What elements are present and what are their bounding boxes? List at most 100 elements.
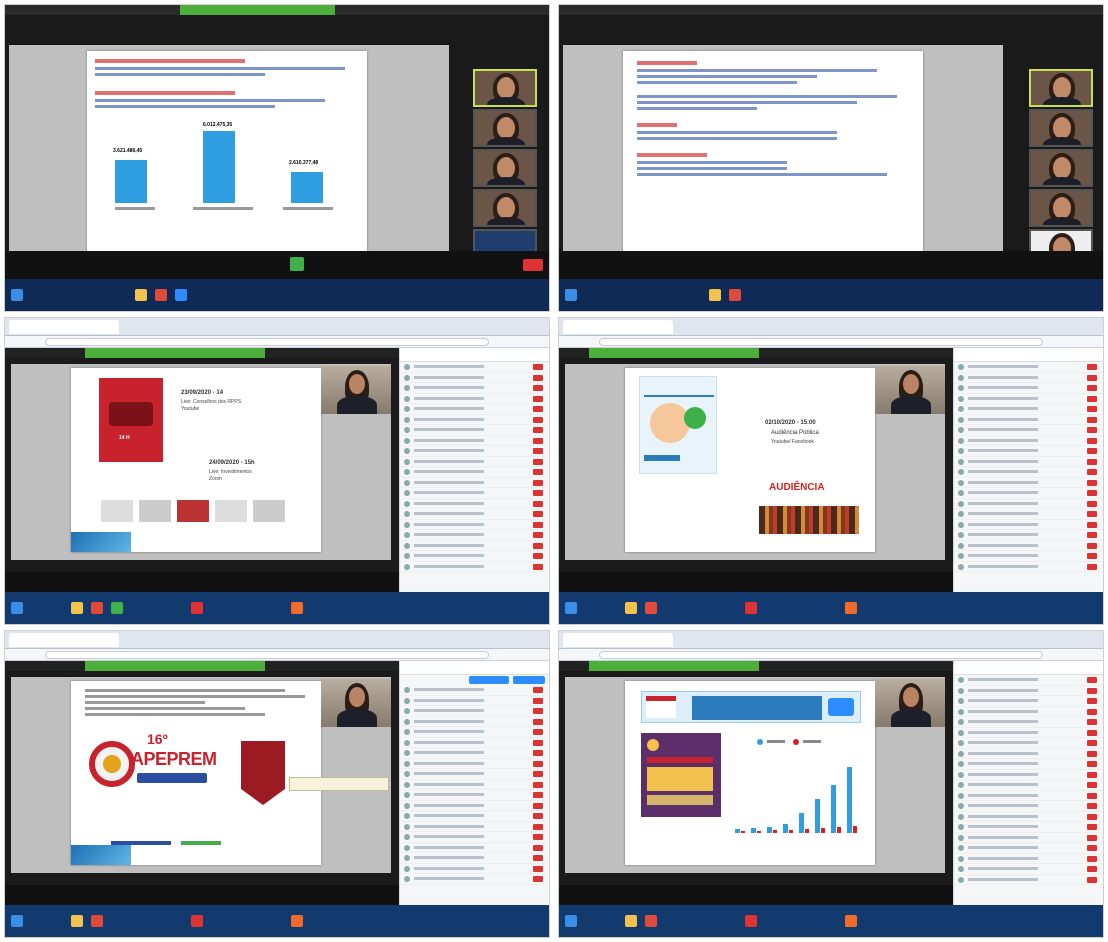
browser-tab[interactable]: [9, 633, 119, 647]
explorer-icon[interactable]: [625, 915, 637, 927]
browser-tab[interactable]: [9, 320, 119, 334]
url-input[interactable]: [45, 338, 489, 346]
app-icon[interactable]: [845, 602, 857, 614]
speaker-photos: [101, 496, 301, 524]
address-bar: [559, 336, 1103, 348]
panel-action-button[interactable]: [513, 676, 545, 684]
explorer-icon[interactable]: [71, 602, 83, 614]
event-2-date: 24/09/2020 - 15h: [209, 460, 255, 466]
zoom-title-bar: [559, 348, 953, 358]
browser-zoom-window-5: 16º APEPREM: [4, 630, 550, 938]
chrome-icon[interactable]: [645, 915, 657, 927]
end-meeting-button[interactable]: [523, 259, 543, 271]
browser-tab[interactable]: [563, 320, 673, 334]
live-poster-image: 14 H: [99, 378, 163, 462]
zoom-meeting-controls: [5, 251, 549, 279]
active-speaker-video[interactable]: [875, 679, 945, 727]
zoom-web-client: 14 H 23/09/2020 - 14 Live: Conselhos dos…: [5, 348, 399, 592]
app-icon[interactable]: [191, 602, 203, 614]
participant-video[interactable]: [473, 149, 537, 187]
zoom-web-client: 16º APEPREM: [5, 661, 399, 905]
bar-label-2: 6.012.475,35: [203, 122, 233, 128]
meeting-banner: [641, 691, 861, 723]
event-2-platform: Zoom: [209, 476, 222, 482]
chart-legend: [745, 737, 865, 747]
address-bar: [5, 649, 549, 661]
event-1-platform: Youtube: [181, 406, 200, 412]
app-icon[interactable]: [291, 602, 303, 614]
zoom-meeting-controls: [559, 251, 1103, 279]
browser-tab-bar: [559, 318, 1103, 336]
app-icon[interactable]: [111, 602, 123, 614]
url-input[interactable]: [45, 651, 489, 659]
event-title: Audiência Pública: [771, 430, 819, 436]
participant-video[interactable]: [1029, 109, 1093, 147]
app-icon[interactable]: [191, 915, 203, 927]
start-icon[interactable]: [11, 289, 23, 301]
chrome-icon[interactable]: [91, 602, 103, 614]
url-input[interactable]: [599, 651, 1043, 659]
bar-chart: [729, 749, 869, 833]
start-icon[interactable]: [11, 602, 23, 614]
start-icon[interactable]: [565, 915, 577, 927]
explorer-icon[interactable]: [625, 602, 637, 614]
participant-video[interactable]: [1029, 189, 1093, 227]
participant-video[interactable]: [473, 189, 537, 227]
chart-bar: [783, 824, 788, 833]
chart-bar: [115, 160, 147, 203]
participant-video[interactable]: [473, 69, 537, 107]
start-icon[interactable]: [565, 602, 577, 614]
chrome-icon[interactable]: [91, 915, 103, 927]
explorer-icon[interactable]: [135, 289, 147, 301]
zoom-title-bar: [5, 348, 399, 358]
zoom-title-bar: [5, 661, 399, 671]
app-icon[interactable]: [155, 289, 167, 301]
share-screen-button[interactable]: [290, 257, 304, 271]
chart-bar: [837, 827, 841, 833]
zoom-meeting-controls: [559, 885, 953, 905]
chart-bar: [751, 828, 756, 833]
participants-panel: [953, 348, 1103, 592]
event-badge: [241, 741, 285, 805]
tooltip-popup: [289, 777, 389, 791]
participants-header: [400, 348, 549, 362]
event-date: 02/10/2020 - 15:00: [765, 420, 816, 426]
app-icon[interactable]: [745, 602, 757, 614]
chart-bar: [789, 830, 793, 833]
report-card: [641, 733, 721, 817]
address-bar: [559, 649, 1103, 661]
participant-video[interactable]: [1029, 149, 1093, 187]
zoom-share-window-2: [558, 4, 1104, 312]
start-icon[interactable]: [565, 289, 577, 301]
browser-tab-bar: [5, 318, 549, 336]
zoom-icon[interactable]: [175, 289, 187, 301]
app-icon[interactable]: [745, 915, 757, 927]
zoom-share-window-1: 3.621.486,45 6.012.475,35 2.610.377,48: [4, 4, 550, 312]
participant-video[interactable]: [1029, 69, 1093, 107]
panel-action-button[interactable]: [469, 676, 509, 684]
start-icon[interactable]: [11, 915, 23, 927]
event-1-date: 23/09/2020 - 14: [181, 390, 224, 396]
explorer-icon[interactable]: [709, 289, 721, 301]
app-icon[interactable]: [729, 289, 741, 301]
zoom-title-bar: [559, 5, 1103, 15]
bar-chart: 3.621.486,45 6.012.475,35 2.610.377,48: [107, 121, 357, 221]
poster-time: 14 H: [119, 435, 130, 441]
explorer-icon[interactable]: [71, 915, 83, 927]
zoom-title-bar: [5, 5, 549, 15]
active-speaker-video[interactable]: [875, 366, 945, 414]
app-icon[interactable]: [291, 915, 303, 927]
url-input[interactable]: [599, 338, 1043, 346]
shared-screen: 3.621.486,45 6.012.475,35 2.610.377,48: [9, 45, 449, 265]
active-speaker-video[interactable]: [321, 366, 391, 414]
active-speaker-video[interactable]: [321, 679, 391, 727]
chrome-icon[interactable]: [645, 602, 657, 614]
zoom-title-bar: [559, 661, 953, 671]
browser-tab[interactable]: [563, 633, 673, 647]
event-2-title: Live: Investimentos: [209, 469, 252, 475]
presentation-slide: [625, 681, 875, 865]
apeprem-logo: 16º APEPREM: [89, 727, 225, 827]
app-icon[interactable]: [845, 915, 857, 927]
participant-video[interactable]: [473, 109, 537, 147]
chart-bar: [815, 799, 820, 833]
